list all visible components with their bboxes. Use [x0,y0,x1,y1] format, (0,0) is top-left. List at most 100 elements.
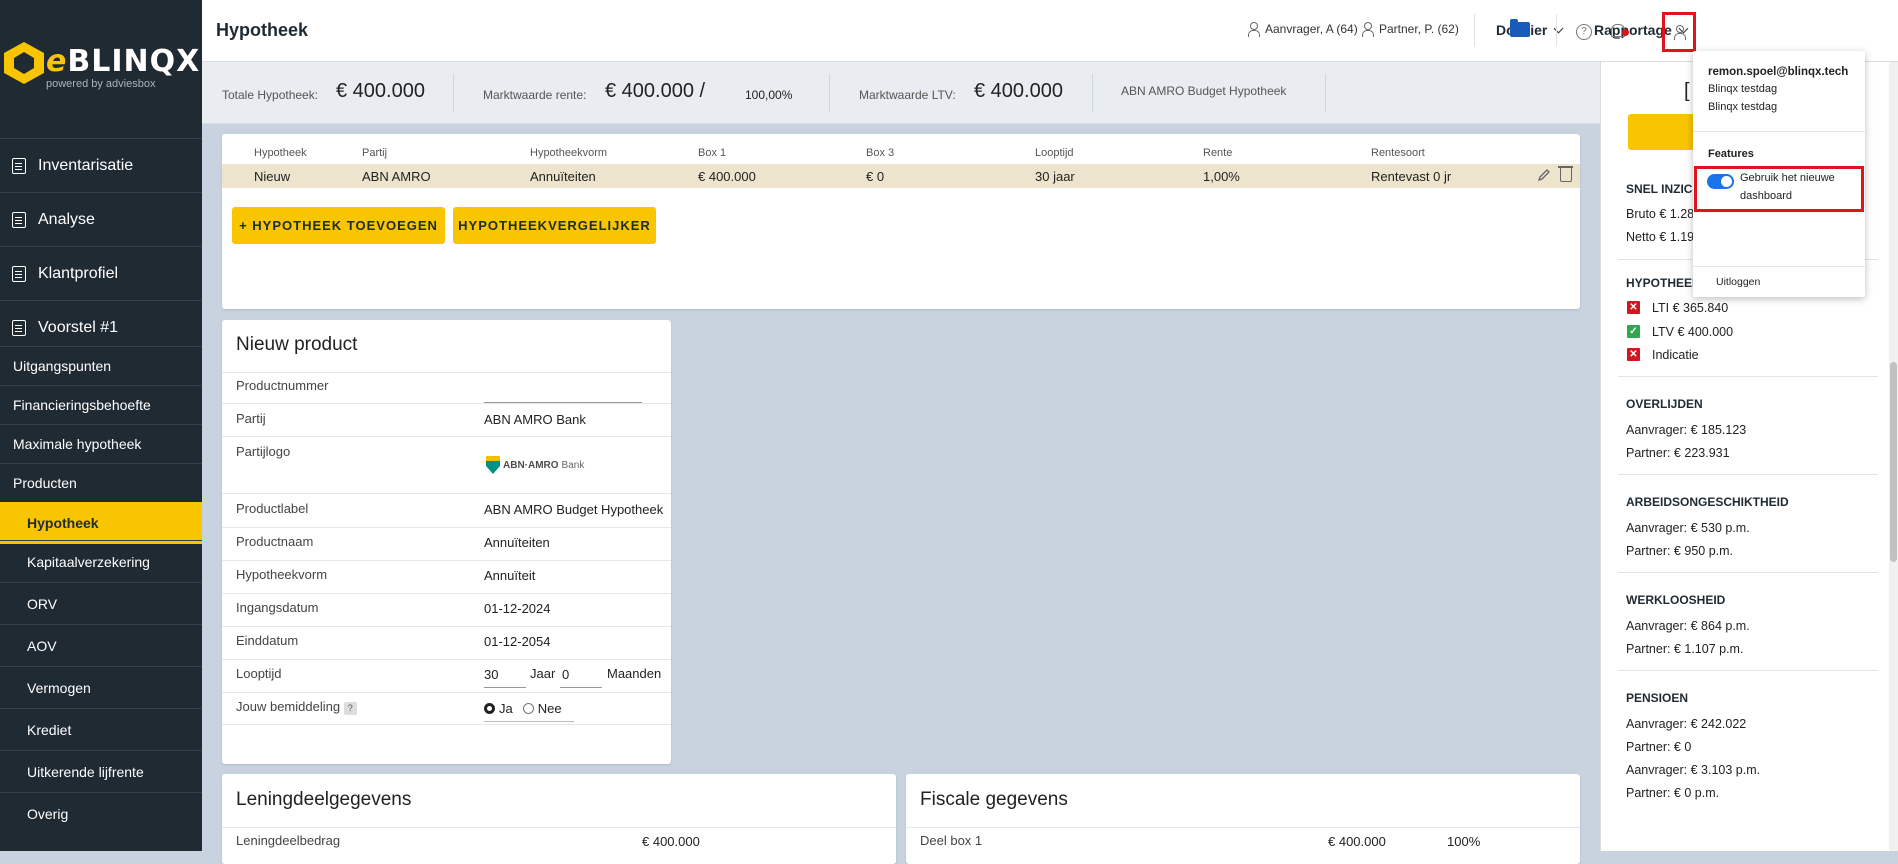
menu-label: Rapportage [1594,22,1672,38]
nav-hypotheek[interactable]: Hypotheek [0,502,202,544]
overlijden-aanvrager: Aanvrager: € 185.123 [1626,423,1747,437]
input-underline [484,687,526,688]
marktwaarde-percentage: 100,00% [745,88,793,102]
ao-partner: Partner: € 950 p.m. [1626,544,1734,558]
field-label: Partijlogo [236,444,291,459]
totale-hypotheek-label: Totale Hypotheek: [222,88,319,102]
nav-krediet[interactable]: Krediet [0,708,202,750]
panel-title-partial: [ [1684,80,1690,102]
help-icon[interactable]: ? [1576,24,1592,40]
nav-label: Voorstel #1 [38,318,119,336]
help-icon[interactable]: ? [343,702,357,715]
nav-label: Klantprofiel [38,264,119,282]
sidebar: eBLINQX powered by adviesbox Inventarisa… [0,0,202,851]
logout-link[interactable]: Uitloggen [1716,276,1760,288]
divider [1618,572,1878,573]
looptijd-jaar-input[interactable]: 30 [484,667,498,682]
toggle-label: dashboard [1740,190,1792,202]
field-row [222,560,671,561]
radio-label: Nee [537,701,562,716]
fiscale-title: Fiscale gegevens [920,789,1068,810]
nav-label: AOV [27,637,57,654]
scrollbar-thumb[interactable] [1890,362,1897,562]
partner-selector[interactable]: Partner, P. (62) [1362,22,1459,37]
field-label: Einddatum [236,633,299,648]
table-cell: 1,00% [1203,169,1240,184]
leningdeelbedrag-value: € 400.000 [642,834,700,849]
nav-financieringsbehoefte[interactable]: Financieringsbehoefte [0,385,202,424]
overlijden-partner: Partner: € 223.931 [1626,446,1730,460]
nav-label: Kapitaalverzekering [27,553,150,570]
table-cell: Nieuw [254,169,291,184]
deel-box1-percentage: 100% [1447,834,1481,849]
applicant-selector[interactable]: Aanvrager, A (64) [1248,22,1358,37]
field-label: Productnaam [236,534,314,549]
edit-icon[interactable] [1537,168,1551,182]
panel-action-button[interactable] [1628,114,1698,150]
logo-mark-icon [4,42,44,84]
divider [906,827,1580,828]
document-icon [12,319,26,336]
radio-ja[interactable] [484,703,495,714]
pensioen-heading: PENSIOEN [1626,691,1689,705]
nav-overig[interactable]: Overig [0,792,202,834]
nav-uitkerende-lijfrente[interactable]: Uitkerende lijfrente [0,750,202,792]
divider [222,827,896,828]
nav-inventarisatie[interactable]: Inventarisatie [0,138,202,192]
add-hypotheek-button[interactable]: + HYPOTHEEK TOEVOEGEN [232,207,445,244]
partner-name: Partner, P. (62) [1379,22,1459,36]
user-menu-button[interactable] [1662,12,1696,52]
checklist-icon [12,211,26,228]
blinqx-logo[interactable]: eBLINQX powered by adviesbox [4,40,199,92]
divider [1693,131,1865,132]
radio-nee[interactable] [522,703,534,714]
table-cell: ABN AMRO [362,169,431,184]
field-label: Looptijd [236,666,282,681]
nav-label: Maximale hypotheek [13,436,142,452]
deel-box1-label: Deel box 1 [920,833,983,848]
divider [1556,14,1557,46]
nav-label: Uitgangspunten [13,358,112,374]
divider [829,74,830,112]
nav-aov[interactable]: AOV [0,624,202,666]
nav-analyse[interactable]: Analyse [0,192,202,246]
bemiddeling-radio-group: Ja Nee [484,701,562,716]
logo-wordmark: eBLINQX [46,44,201,79]
jaar-label: Jaar [530,666,556,681]
bruto-value: Bruto € 1.28 [1626,207,1695,221]
ingangsdatum-value: 01-12-2024 [484,601,551,616]
scrollbar[interactable] [1889,62,1898,851]
nav-maximale-hypotheek[interactable]: Maximale hypotheek [0,424,202,463]
nav-uitgangspunten[interactable]: Uitgangspunten [0,346,202,385]
table-cell: 30 jaar [1035,169,1075,184]
hypotheekvergelijker-button[interactable]: HYPOTHEEKVERGELIJKER [453,207,656,244]
radio-label: Ja [499,701,513,716]
divider [1092,74,1093,112]
folder-icon[interactable] [1510,19,1530,37]
document-icon [12,157,26,174]
new-dashboard-toggle[interactable] [1707,174,1734,189]
nav-klantprofiel[interactable]: Klantprofiel [0,246,202,300]
person-icon [1673,25,1686,40]
user-email: remon.spoel@blinqx.tech [1708,66,1849,78]
ww-aanvrager: Aanvrager: € 864 p.m. [1626,619,1750,633]
nav-producten[interactable]: Producten [0,463,202,502]
hypotheekvorm-value: Annuïteit [484,568,536,583]
field-row [222,659,671,660]
looptijd-maanden-input[interactable]: 0 [562,667,569,682]
delete-icon[interactable] [1558,166,1573,182]
divider [1618,376,1878,377]
nav-orv[interactable]: ORV [0,582,202,624]
nav-label: Hypotheek [27,515,99,531]
divider [453,74,454,112]
col-header: Rentesoort [1371,147,1425,159]
col-header: Looptijd [1035,147,1074,159]
nav-vermogen[interactable]: Vermogen [0,666,202,708]
field-row [222,403,671,404]
leningdeel-title: Leningdeelgegevens [236,789,412,810]
overlijden-heading: OVERLIJDEN [1626,397,1703,411]
field-label: Productnummer [236,378,329,393]
divider [1474,14,1475,46]
leningdeelbedrag-label: Leningdeelbedrag [236,833,341,848]
nav-kapitaalverzekering[interactable]: Kapitaalverzekering [0,540,202,582]
